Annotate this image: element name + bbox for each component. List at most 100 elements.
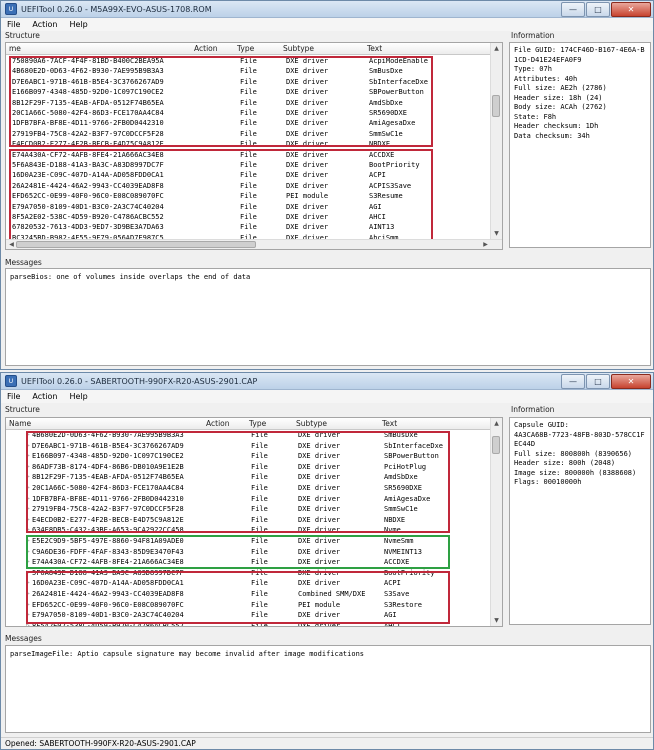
menu-help[interactable]: Help bbox=[63, 392, 93, 401]
tree-row[interactable]: 20C1A66C-5080-42F4-86D3-FCE170AA4C84 File… bbox=[6, 108, 490, 119]
tree-row[interactable]: ▷ E5E2C9D9-5BF5-497E-8860-94F81A09ADE0 Fil… bbox=[6, 536, 490, 547]
vertical-scrollbar[interactable]: ▲ ▼ bbox=[490, 418, 502, 626]
maximize-button[interactable]: □ bbox=[586, 374, 610, 389]
column-type-header[interactable]: Type bbox=[237, 44, 254, 53]
menu-help[interactable]: Help bbox=[63, 20, 93, 29]
tree-row[interactable]: E79A7050-8109-40D1-B3C0-2A3C74C40204 File… bbox=[6, 202, 490, 213]
tree-row[interactable]: ▷ 26A2481E-4424-46A2-9943-CC4039EAD8F8 Fil… bbox=[6, 589, 490, 600]
tree-row[interactable]: ▷ 27919FB4-75C8-42A2-B3F7-97C0DCCF5F28 Fil… bbox=[6, 504, 490, 515]
expand-arrow-icon[interactable]: ▷ bbox=[26, 515, 30, 526]
close-button[interactable]: ✕ bbox=[611, 2, 651, 17]
close-button[interactable]: ✕ bbox=[611, 374, 651, 389]
scroll-thumb[interactable] bbox=[492, 95, 500, 117]
tree-row[interactable]: ▷ 5F6A843E-D188-41A3-BA3C-A83D8997DC7F Fil… bbox=[6, 568, 490, 579]
structure-tree[interactable]: me Action Type Subtype Text 750890A6-7AC… bbox=[5, 42, 503, 250]
scroll-down-icon[interactable]: ▼ bbox=[492, 616, 501, 625]
column-action-header[interactable]: Action bbox=[206, 419, 230, 428]
tree-row[interactable]: E4ECD0B2-E277-4F2B-BECB-E4D75C9A812E File… bbox=[6, 139, 490, 150]
row-name: 4B680E2D-0D63-4F62-B930-7AE995B9B3A3 bbox=[32, 431, 184, 439]
expand-arrow-icon[interactable]: ▷ bbox=[26, 462, 30, 473]
expand-arrow-icon[interactable]: ▷ bbox=[26, 451, 30, 462]
column-type-header[interactable]: Type bbox=[249, 419, 266, 428]
scroll-up-icon[interactable]: ▲ bbox=[492, 419, 501, 428]
tree-row[interactable]: ▷ 634E8DB5-C432-43BE-A653-9CA2922CC458 Fil… bbox=[6, 525, 490, 536]
tree-row[interactable]: EFD652CC-0E99-40F0-96C0-E08C089070FC File… bbox=[6, 191, 490, 202]
menu-action[interactable]: Action bbox=[26, 20, 63, 29]
scroll-left-icon[interactable]: ◀ bbox=[7, 240, 16, 249]
tree-row[interactable]: 67820532-7613-4DD3-9ED7-3D9BE3A7DA63 File… bbox=[6, 222, 490, 233]
tree-row[interactable]: ▷ 8B12F29F-7135-4EAB-AFDA-0512F74B65EA Fil… bbox=[6, 472, 490, 483]
expand-arrow-icon[interactable]: ▷ bbox=[26, 504, 30, 515]
row-text: ACCDXE bbox=[369, 150, 395, 159]
expand-arrow-icon[interactable]: ▷ bbox=[26, 525, 30, 536]
menu-file[interactable]: File bbox=[1, 20, 26, 29]
tree-row[interactable]: ▷ D7E6ABC1-971B-461B-B5E4-3C3766267AD9 Fil… bbox=[6, 441, 490, 452]
row-type: File bbox=[251, 505, 268, 514]
expand-arrow-icon[interactable]: ▷ bbox=[26, 483, 30, 494]
expand-arrow-icon[interactable]: ▷ bbox=[26, 578, 30, 589]
messages-panel[interactable]: parseBios: one of volumes inside overlap… bbox=[5, 268, 651, 366]
tree-row[interactable]: 750890A6-7ACF-4F4F-81BD-B400C2BEA95A File… bbox=[6, 56, 490, 67]
tree-row[interactable]: 1DFB7BFA-BF8E-4D11-9766-2FB0D0442310 File… bbox=[6, 118, 490, 129]
expand-arrow-icon[interactable]: ▷ bbox=[26, 494, 30, 505]
tree-row[interactable]: 27919FB4-75C8-42A2-B3F7-97C0DCCF5F28 File… bbox=[6, 129, 490, 140]
tree-row[interactable]: ▷ 1DFB7BFA-BF8E-4D11-9766-2FB0D0442310 Fil… bbox=[6, 494, 490, 505]
expand-arrow-icon[interactable]: ▷ bbox=[26, 610, 30, 621]
expand-arrow-icon[interactable]: ▷ bbox=[26, 621, 30, 626]
tree-row[interactable]: 16D0A23E-C09C-407D-A14A-AD058FDD0CA1 File… bbox=[6, 170, 490, 181]
expand-arrow-icon[interactable]: ▷ bbox=[26, 557, 30, 568]
tree-row[interactable]: ▷ E166B097-4348-485D-92D0-1C097C190CE2 Fil… bbox=[6, 451, 490, 462]
tree-row[interactable]: E166B097-4348-485D-92D0-1C097C190CE2 File… bbox=[6, 87, 490, 98]
title-bar[interactable]: U UEFITool 0.26.0 - M5A99X-EVO-ASUS-1708… bbox=[1, 1, 653, 18]
menu-file[interactable]: File bbox=[1, 392, 26, 401]
row-name: E166B097-4348-485D-92D0-1C097C190CE2 bbox=[32, 452, 184, 461]
tree-row[interactable]: ▷ 8F5A2E02-538C-4D59-B920-C4786ACBC552 Fil… bbox=[6, 621, 490, 626]
row-type: File bbox=[251, 484, 268, 492]
tree-row[interactable]: E74A430A-CF72-4AFB-8FE4-21A666AC34E8 File… bbox=[6, 150, 490, 161]
structure-tree[interactable]: Name Action Type Subtype Text ▷ 4B680E2D-… bbox=[5, 417, 503, 627]
tree-row[interactable]: ▷ C9A6DE36-FDFF-4FAF-8343-85D9E3470F43 Fil… bbox=[6, 547, 490, 558]
tree-row[interactable]: ▷ E4ECD0B2-E277-4F2B-BECB-E4D75C9A812E Fil… bbox=[6, 515, 490, 526]
expand-arrow-icon[interactable]: ▷ bbox=[26, 536, 30, 547]
column-action-header[interactable]: Action bbox=[194, 44, 218, 53]
scroll-right-icon[interactable]: ▶ bbox=[481, 240, 490, 249]
scroll-up-icon[interactable]: ▲ bbox=[492, 44, 501, 53]
column-subtype-header[interactable]: Subtype bbox=[283, 44, 314, 53]
expand-arrow-icon[interactable]: ▷ bbox=[26, 589, 30, 600]
tree-row[interactable]: ▷ E74A430A-CF72-4AFB-8FE4-21A666AC34E8 Fil… bbox=[6, 557, 490, 568]
tree-row[interactable]: 8F5A2E02-538C-4D59-B920-C4786ACBC552 File… bbox=[6, 212, 490, 223]
expand-arrow-icon[interactable]: ▷ bbox=[26, 441, 30, 452]
scroll-thumb[interactable] bbox=[16, 241, 256, 248]
menu-action[interactable]: Action bbox=[26, 392, 63, 401]
minimize-button[interactable]: — bbox=[561, 2, 585, 17]
minimize-button[interactable]: — bbox=[561, 374, 585, 389]
tree-row[interactable]: ▷ 4B680E2D-0D63-4F62-B930-7AE995B9B3A3 Fil… bbox=[6, 430, 490, 441]
expand-arrow-icon[interactable]: ▷ bbox=[26, 600, 30, 611]
expand-arrow-icon[interactable]: ▷ bbox=[26, 547, 30, 558]
tree-row[interactable]: 5F6A843E-D188-41A3-BA3C-A83D8997DC7F File… bbox=[6, 160, 490, 171]
expand-arrow-icon[interactable]: ▷ bbox=[26, 472, 30, 483]
horizontal-scrollbar[interactable]: ◀ ▶ bbox=[6, 239, 502, 249]
scroll-thumb[interactable] bbox=[492, 436, 500, 454]
expand-arrow-icon[interactable]: ▷ bbox=[26, 430, 30, 441]
scroll-down-icon[interactable]: ▼ bbox=[492, 229, 501, 238]
column-name-header[interactable]: me bbox=[9, 44, 21, 53]
tree-row[interactable]: 8B12F29F-7135-4EAB-AFDA-0512F74B65EA File… bbox=[6, 98, 490, 109]
expand-arrow-icon[interactable]: ▷ bbox=[26, 568, 30, 579]
messages-panel[interactable]: parseImageFile: Aptio capsule signature … bbox=[5, 645, 651, 733]
tree-row[interactable]: ▷ E79A7050-8109-40D1-B3C0-2A3C74C40204 Fil… bbox=[6, 610, 490, 621]
title-bar[interactable]: U UEFITool 0.26.0 - SABERTOOTH-990FX-R20… bbox=[1, 373, 653, 390]
vertical-scrollbar[interactable]: ▲ ▼ bbox=[490, 43, 502, 239]
tree-row[interactable]: ▷ 16D0A23E-C09C-407D-A14A-AD058FDD0CA1 Fil… bbox=[6, 578, 490, 589]
column-text-header[interactable]: Text bbox=[367, 44, 382, 53]
tree-row[interactable]: ▷ EFD652CC-0E99-40F0-96C0-E08C089070FC Fil… bbox=[6, 600, 490, 611]
tree-row[interactable]: ▷ 86ADF73B-8174-4DF4-86B6-DB010A9E1E2B Fil… bbox=[6, 462, 490, 473]
tree-row[interactable]: D7E6ABC1-971B-461B-B5E4-3C3766267AD9 File… bbox=[6, 77, 490, 88]
tree-row[interactable]: ▷ 20C1A66C-5080-42F4-86D3-FCE170AA4C84 Fil… bbox=[6, 483, 490, 494]
column-subtype-header[interactable]: Subtype bbox=[296, 419, 327, 428]
tree-row[interactable]: 4B680E2D-0D63-4F62-B930-7AE995B9B3A3 File… bbox=[6, 66, 490, 77]
column-name-header[interactable]: Name bbox=[9, 419, 31, 428]
maximize-button[interactable]: □ bbox=[586, 2, 610, 17]
column-text-header[interactable]: Text bbox=[382, 419, 397, 428]
tree-row[interactable]: 26A2481E-4424-46A2-9943-CC4039EAD8F8 File… bbox=[6, 181, 490, 192]
